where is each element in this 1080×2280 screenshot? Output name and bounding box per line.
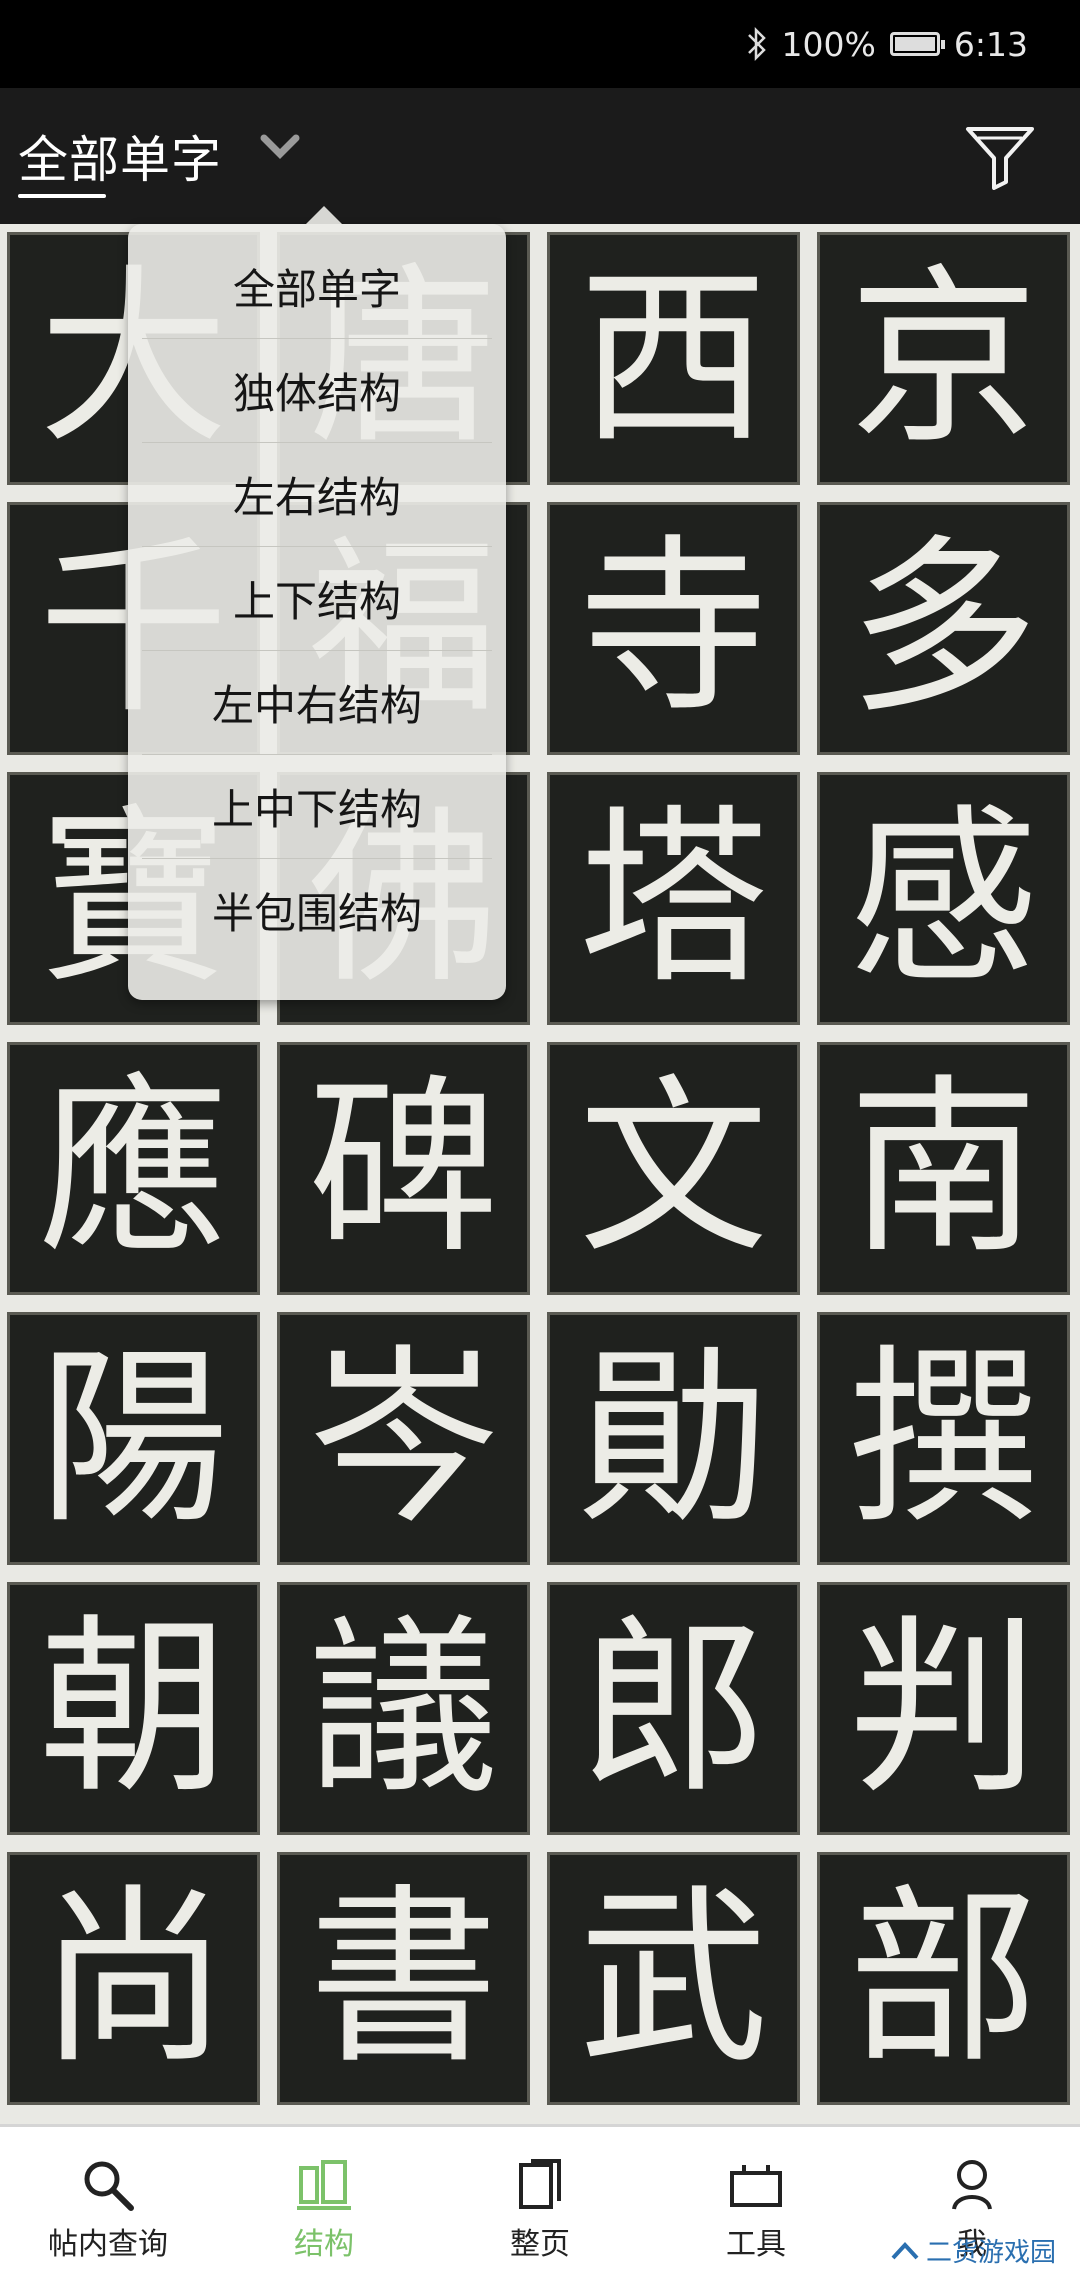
dropdown-list: 全部单字 独体结构 左右结构 上下结构 左中右结构 上中下结构 半包围结构 (128, 224, 506, 962)
dropdown-item[interactable]: 半包围结构 (128, 858, 506, 962)
bluetooth-icon (747, 26, 766, 62)
dropdown-item[interactable]: 左中右结构 (128, 650, 506, 754)
site-watermark: 二货游戏园 (890, 2232, 1056, 2269)
filter-icon[interactable] (964, 124, 1036, 190)
character-tile[interactable]: 尚 (7, 1852, 260, 2105)
nav-search[interactable]: 帖内查询 (0, 2127, 216, 2280)
character-tile[interactable]: 撰 (817, 1312, 1070, 1565)
page-icon (519, 2159, 561, 2209)
dropdown-pointer (306, 206, 342, 224)
battery-icon (889, 32, 945, 56)
character-tile[interactable]: 郎 (547, 1582, 800, 1835)
clock: 6:13 (953, 24, 1028, 64)
nav-tools[interactable]: 工具 (648, 2127, 864, 2280)
character-tile[interactable]: 應 (7, 1042, 260, 1295)
character-tile[interactable]: 京 (817, 232, 1070, 485)
dropdown-item[interactable]: 全部单字 (128, 234, 506, 338)
character-tile[interactable]: 部 (817, 1852, 1070, 2105)
nav-label-page: 整页 (510, 2227, 570, 2262)
toolbox-icon (730, 2165, 782, 2207)
nav-label-search: 帖内查询 (48, 2227, 168, 2262)
top-bar: 全部单字 (0, 88, 1080, 224)
chevron-up-logo-icon (891, 2241, 919, 2259)
character-tile[interactable]: 西 (547, 232, 800, 485)
character-tile[interactable]: 塔 (547, 772, 800, 1025)
me-icon (952, 2160, 992, 2210)
watermark-text: 二货游戏园 (926, 2238, 1057, 2268)
character-tile[interactable]: 陽 (7, 1312, 260, 1565)
character-tile[interactable]: 勛 (547, 1312, 800, 1565)
dropdown-item[interactable]: 上下结构 (128, 546, 506, 650)
nav-label-structure: 结构 (294, 2227, 354, 2262)
character-tile[interactable]: 碑 (277, 1042, 530, 1295)
character-tile[interactable]: 議 (277, 1582, 530, 1835)
character-tile[interactable]: 感 (817, 772, 1070, 1025)
character-tile[interactable]: 寺 (547, 502, 800, 755)
chevron-down-icon[interactable] (258, 132, 302, 162)
structure-dropdown: 全部单字 独体结构 左右结构 上下结构 左中右结构 上中下结构 半包围结构 (128, 206, 506, 1000)
status-bar: 100% 6:13 (0, 0, 1080, 88)
character-tile[interactable]: 武 (547, 1852, 800, 2105)
nav-structure[interactable]: 结构 (216, 2127, 432, 2280)
nav-page[interactable]: 整页 (432, 2127, 648, 2280)
dropdown-item[interactable]: 独体结构 (128, 338, 506, 442)
title-underline (18, 194, 106, 198)
dropdown-item[interactable]: 左右结构 (128, 442, 506, 546)
character-tile[interactable]: 書 (277, 1852, 530, 2105)
character-tile[interactable]: 多 (817, 502, 1070, 755)
category-title[interactable]: 全部单字 (18, 120, 222, 192)
character-tile[interactable]: 文 (547, 1042, 800, 1295)
structure-icon (297, 2160, 351, 2210)
character-tile[interactable]: 判 (817, 1582, 1070, 1835)
character-tile[interactable]: 南 (817, 1042, 1070, 1295)
character-tile[interactable]: 朝 (7, 1582, 260, 1835)
nav-label-tools: 工具 (726, 2227, 786, 2262)
dropdown-item[interactable]: 上中下结构 (128, 754, 506, 858)
search-icon (84, 2161, 134, 2211)
character-tile[interactable]: 岑 (277, 1312, 530, 1565)
battery-percent: 100% (781, 24, 876, 64)
